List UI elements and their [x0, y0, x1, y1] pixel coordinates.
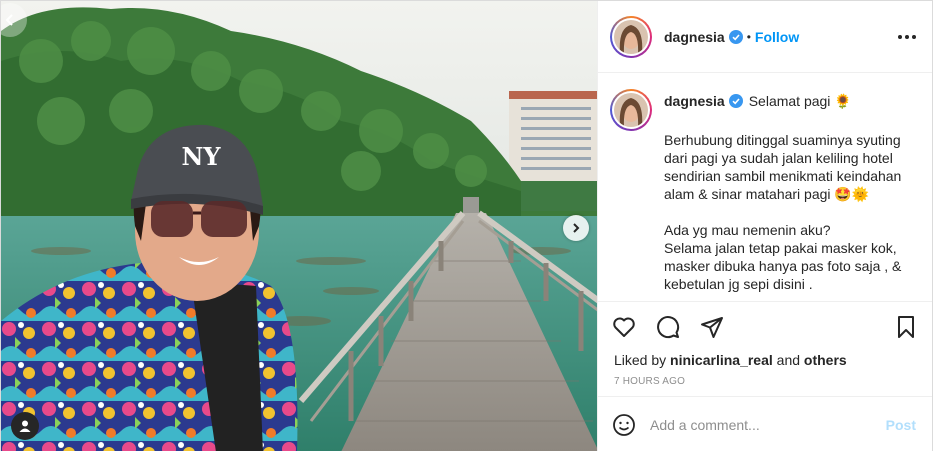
likes-connector: and [776, 352, 801, 368]
author-username[interactable]: dagnesia [664, 29, 725, 45]
comment-input[interactable] [650, 416, 886, 433]
post-comment-button[interactable]: Post [886, 417, 916, 433]
add-comment-bar: Post [598, 396, 932, 451]
post-timestamp[interactable]: 7 HOURS AGO [598, 372, 932, 396]
chevron-right-icon [573, 223, 580, 233]
verified-badge-icon [728, 29, 743, 44]
user-icon [19, 420, 31, 432]
emoji-icon[interactable] [612, 413, 636, 437]
post-photo[interactable]: NY [1, 1, 597, 451]
caption-username[interactable]: dagnesia [664, 92, 725, 110]
follow-button[interactable]: Follow [755, 29, 799, 45]
comment-button[interactable] [654, 313, 682, 341]
likes-summary: Liked by ninicarlina_real and others [598, 352, 932, 372]
save-button[interactable] [892, 313, 920, 341]
avatar-image [614, 93, 648, 127]
photo-scene: NY [1, 1, 597, 451]
post-side-panel: dagnesia • Follow dagnesia Selamat pagi … [597, 1, 932, 451]
more-options-icon[interactable] [898, 34, 916, 39]
chevron-left-icon [5, 14, 13, 26]
liked-by-user[interactable]: ninicarlina_real [670, 352, 773, 368]
instagram-post: NY dagnesia • Follow dagnesia Selamat pa… [0, 0, 933, 451]
cap-logo: NY [181, 142, 221, 171]
comments-area[interactable]: dagnesia Selamat pagi 🌻 Berhubung diting… [598, 73, 932, 302]
post-header: dagnesia • Follow [598, 1, 932, 73]
liked-by-others[interactable]: others [804, 352, 847, 368]
caption-avatar[interactable] [610, 89, 652, 131]
heart-icon [613, 317, 635, 337]
verified-badge-icon [728, 94, 743, 108]
separator-dot: • [746, 29, 751, 44]
share-button[interactable] [698, 313, 726, 341]
tagged-users-button[interactable] [11, 412, 39, 440]
likes-prefix: Liked by [614, 352, 667, 368]
bookmark-icon [898, 316, 914, 338]
caption-paragraph: Berhubung ditinggal suaminya syuting dar… [664, 132, 902, 202]
post-actions [598, 302, 932, 352]
avatar-image [614, 19, 648, 54]
caption-greeting: Selamat pagi 🌻 [748, 93, 852, 109]
next-photo-button[interactable] [563, 215, 589, 241]
hotel-building [509, 91, 597, 185]
like-button[interactable] [610, 313, 638, 341]
caption-paragraph: Ada yg mau nemenin aku? Selama jalan tet… [664, 222, 902, 292]
comment-icon [657, 316, 680, 339]
share-icon [701, 317, 723, 338]
avatar[interactable] [610, 15, 652, 58]
caption: dagnesia Selamat pagi 🌻 Berhubung diting… [610, 89, 916, 301]
